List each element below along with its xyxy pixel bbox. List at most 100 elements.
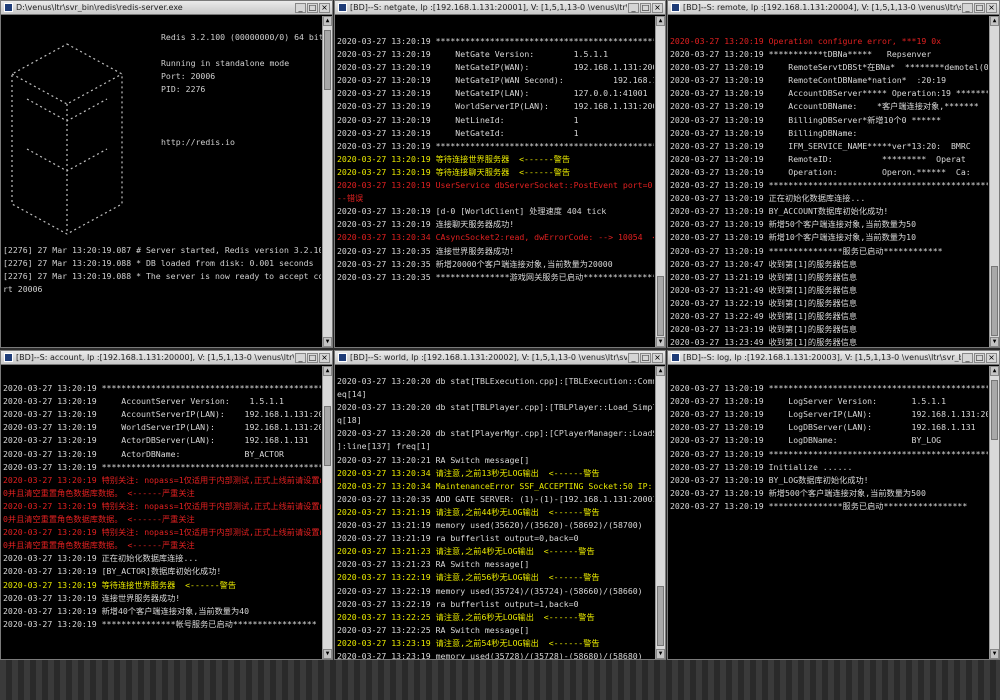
scroll-thumb[interactable]: [324, 30, 331, 90]
log-line: http://redis.io: [161, 136, 235, 147]
log-titlebar[interactable]: [BD]--S: log, Ip :[192.168.1.131:20003],…: [668, 351, 999, 365]
close-icon[interactable]: ×: [319, 2, 330, 13]
remote-window[interactable]: [BD]--S: remote, Ip :[192.168.1.131:2000…: [667, 0, 1000, 348]
scroll-up-icon[interactable]: ▲: [656, 366, 665, 376]
log-line: 2020-03-27 13:20:19 IFM_SERVICE_NAME****…: [670, 140, 971, 151]
log-line: eq[14]: [337, 389, 367, 400]
maximize-icon[interactable]: □: [640, 352, 651, 363]
account-window[interactable]: [BD]--S: account, Ip :[192.168.1.131:200…: [0, 350, 333, 660]
scroll-thumb[interactable]: [991, 380, 998, 440]
log-line: 2020-03-27 13:20:19 ********************…: [670, 383, 988, 394]
log-line: 2020-03-27 13:21:23 RA Switch message[]: [337, 559, 530, 570]
log-line: 2020-03-27 13:20:19 NetGateIP(WAN Second…: [337, 75, 654, 86]
scrollbar[interactable]: ▲ ▼: [989, 16, 999, 347]
log-line: 2020-03-27 13:20:19 ********************…: [3, 461, 321, 472]
world-titlebar[interactable]: [BD]--S: world, Ip :[192.168.1.131:20002…: [335, 351, 665, 365]
log-line: 2020-03-27 13:23:19 请注意,之前54秒无LOG输出 <---…: [337, 637, 600, 648]
close-icon[interactable]: ×: [986, 2, 997, 13]
scrollbar[interactable]: ▲ ▼: [655, 16, 665, 347]
maximize-icon[interactable]: □: [974, 352, 985, 363]
log-line: q[18]: [337, 415, 362, 426]
scroll-down-icon[interactable]: ▼: [323, 337, 332, 347]
log-line: 2020-03-27 13:20:19 AccountServer Versio…: [3, 396, 284, 407]
log-line: 2020-03-27 13:20:19 Operation configure …: [670, 36, 942, 46]
minimize-icon[interactable]: _: [962, 352, 973, 363]
log-line: 2020-03-27 13:21:19 请注意,之前44秒无LOG输出 <---…: [337, 506, 600, 517]
scroll-up-icon[interactable]: ▲: [323, 366, 332, 376]
minimize-icon[interactable]: _: [628, 2, 639, 13]
scroll-thumb[interactable]: [657, 276, 664, 336]
log-line: 2020-03-27 13:20:19 ActorDBServer(LAN): …: [3, 435, 309, 446]
log-line: 2020-03-27 13:20:19 Operation: Operon.**…: [670, 166, 971, 177]
log-line: --错误: [337, 193, 364, 204]
log-window[interactable]: [BD]--S: log, Ip :[192.168.1.131:20003],…: [667, 350, 1000, 660]
log-line: 2020-03-27 13:20:35 ADD GATE SERVER: (1)…: [337, 493, 654, 504]
console-output: 2020-03-27 13:20:19 ********************…: [3, 369, 321, 659]
remote-titlebar[interactable]: [BD]--S: remote, Ip :[192.168.1.131:2000…: [668, 1, 999, 15]
log-line: 2020-03-27 13:20:19 正在初始化数据库连接...: [3, 553, 199, 564]
log-line: 2020-03-27 13:22:19 收到第[1]的服务器信息: [670, 297, 858, 308]
log-line: 2020-03-27 13:20:19 ********************…: [337, 140, 654, 151]
minimize-icon[interactable]: _: [628, 352, 639, 363]
console-icon: [338, 3, 347, 12]
log-line: 2020-03-27 13:20:19 UserService dbServer…: [337, 180, 653, 191]
log-line: 2020-03-27 13:20:19 RemoteServtDBSt*在BNa…: [670, 62, 988, 73]
log-line: [2276] 27 Mar 13:20:19.088 * The server …: [3, 271, 321, 282]
scroll-up-icon[interactable]: ▲: [656, 16, 665, 26]
world-window[interactable]: [BD]--S: world, Ip :[192.168.1.131:20002…: [334, 350, 666, 660]
close-icon[interactable]: ×: [319, 352, 330, 363]
redis-window[interactable]: D:\venus\ltr\svr_bin\redis\redis-server.…: [0, 0, 333, 348]
scroll-up-icon[interactable]: ▲: [990, 366, 999, 376]
minimize-icon[interactable]: _: [295, 352, 306, 363]
scrollbar[interactable]: ▲ ▼: [989, 366, 999, 659]
console-icon: [4, 353, 13, 362]
scrollbar[interactable]: ▲ ▼: [322, 366, 332, 659]
close-icon[interactable]: ×: [652, 2, 663, 13]
minimize-icon[interactable]: _: [295, 2, 306, 13]
log-line: 2020-03-27 13:20:19 ActorDBName: BY_ACTO…: [3, 448, 284, 459]
log-line: 2020-03-27 13:21:19 ra bufferlist output…: [337, 533, 579, 544]
log-line: 2020-03-27 13:20:19 [BY_ACTOR]数据库初始化成功!: [3, 566, 222, 577]
log-line: 2020-03-27 13:21:49 收到第[1]的服务器信息: [670, 284, 858, 295]
scroll-up-icon[interactable]: ▲: [990, 16, 999, 26]
log-line: 2020-03-27 13:20:21 RA Switch message[]: [337, 454, 530, 465]
window-title: [BD]--S: account, Ip :[192.168.1.131:200…: [16, 353, 294, 362]
scroll-thumb[interactable]: [991, 266, 998, 336]
scroll-thumb[interactable]: [324, 406, 331, 466]
account-titlebar[interactable]: [BD]--S: account, Ip :[192.168.1.131:200…: [1, 351, 332, 365]
taskbar-strip: [0, 660, 1000, 700]
window-title: [BD]--S: remote, Ip :[192.168.1.131:2000…: [683, 3, 961, 12]
maximize-icon[interactable]: □: [974, 2, 985, 13]
redis-titlebar[interactable]: D:\venus\ltr\svr_bin\redis\redis-server.…: [1, 1, 332, 15]
netgate-window[interactable]: [BD]--S: netgate, Ip :[192.168.1.131:200…: [334, 0, 666, 348]
log-line: 2020-03-27 13:20:19 Initialize ......: [670, 461, 853, 472]
scroll-down-icon[interactable]: ▼: [990, 337, 999, 347]
close-icon[interactable]: ×: [652, 352, 663, 363]
log-line: 2020-03-27 13:20:19 等待连接世界服务器 <------警告: [337, 153, 571, 164]
maximize-icon[interactable]: □: [307, 352, 318, 363]
log-line: 2020-03-27 13:20:19 BY_LOG数据库初始化成功!: [670, 474, 869, 485]
minimize-icon[interactable]: _: [962, 2, 973, 13]
console-icon: [338, 353, 347, 362]
scroll-down-icon[interactable]: ▼: [656, 649, 665, 659]
scrollbar[interactable]: ▲ ▼: [322, 16, 332, 347]
maximize-icon[interactable]: □: [307, 2, 318, 13]
log-line: 0并且清空重置角色数据库数据。 <------严重关注: [3, 487, 195, 498]
scrollbar[interactable]: ▲ ▼: [655, 366, 665, 659]
log-line: 2020-03-27 13:20:19 AccountDBServer*****…: [670, 88, 988, 99]
maximize-icon[interactable]: □: [640, 2, 651, 13]
log-line: 2020-03-27 13:20:47 收到第[1]的服务器信息: [670, 258, 858, 269]
log-line: 2020-03-27 13:20:20 db stat[PlayerMgr.cp…: [337, 428, 654, 439]
log-line: 2020-03-27 13:20:19 NetGate Version: 1.5…: [337, 49, 609, 60]
log-line: 2020-03-27 13:20:19 ********************…: [670, 448, 988, 459]
scroll-up-icon[interactable]: ▲: [323, 16, 332, 26]
netgate-titlebar[interactable]: [BD]--S: netgate, Ip :[192.168.1.131:200…: [335, 1, 665, 15]
log-line: 2020-03-27 13:20:19 LogServer Version: 1…: [670, 396, 947, 407]
scroll-thumb[interactable]: [657, 586, 664, 646]
scroll-down-icon[interactable]: ▼: [656, 337, 665, 347]
scroll-down-icon[interactable]: ▼: [323, 649, 332, 659]
close-icon[interactable]: ×: [986, 352, 997, 363]
scroll-down-icon[interactable]: ▼: [990, 649, 999, 659]
